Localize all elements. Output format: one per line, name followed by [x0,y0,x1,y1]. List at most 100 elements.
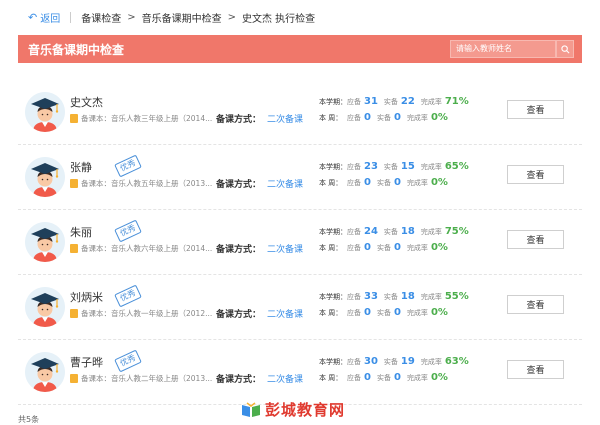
week-stats: 本 周： 应备 0 实备 0 完成率 0% [319,112,469,128]
term-due: 23 [364,161,378,172]
term-label: 本学期： [319,228,347,236]
due-label: 应备 [347,163,361,171]
back-label: 返回 [40,14,61,25]
week-label: 本 周： [319,114,343,122]
actual-label: 实备 [376,179,391,187]
teacher-card: 张静 优秀 备课本： 音乐人教五年级上册（2013... 备课方式： 二次备课 本… [18,145,582,210]
breadcrumb-current: 史文杰 执行检查 [242,14,316,25]
teacher-search-input[interactable]: 请输入教师姓名 [450,40,556,58]
actual-label: 实备 [376,374,391,382]
teacher-avatar [25,157,65,197]
lesson-stats: 本学期： 应备 23 实备 15 完成率 65% 本 周： 应备 0 实备 0 … [319,161,469,193]
textbook-label: 备课本： [81,244,111,253]
term-due: 30 [364,356,378,367]
rate-label: 完成率 [406,114,428,122]
textbook-title: 音乐人教六年级上册（2014... [111,244,213,253]
term-stats: 本学期： 应备 23 实备 15 完成率 65% [319,161,469,177]
term-due: 31 [364,96,378,107]
week-rate: 0% [430,307,448,318]
breadcrumb: ↶ 返回 备课检查 > 音乐备课期中检查 > 史文杰 执行检查 [0,0,600,35]
actual-label: 实备 [376,114,391,122]
rate-label: 完成率 [420,163,442,171]
excellent-badge: 优秀 [114,284,142,308]
lesson-method: 备课方式： 二次备课 [216,307,303,320]
teacher-name: 史文杰 [70,96,103,109]
due-label: 应备 [347,309,361,317]
textbook-title: 音乐人教三年级上册（2014... [111,114,213,123]
term-stats: 本学期： 应备 33 实备 18 完成率 55% [319,291,469,307]
teacher-avatar [25,92,65,132]
term-stats: 本学期： 应备 24 实备 18 完成率 75% [319,226,469,242]
search-button[interactable] [556,40,574,58]
term-due: 24 [364,226,378,237]
week-rate: 0% [430,242,448,253]
rate-label: 完成率 [420,228,442,236]
term-rate: 75% [444,226,469,237]
week-rate: 0% [430,177,448,188]
textbook-label: 备课本： [81,309,111,318]
textbook-label: 备课本： [81,179,111,188]
method-label: 备课方式： [216,310,262,320]
week-stats: 本 周： 应备 0 实备 0 完成率 0% [319,177,469,193]
teacher-avatar [25,222,65,262]
total-count: 共5条 [18,415,40,424]
lesson-method: 备课方式： 二次备课 [216,177,303,190]
book-icon [70,374,78,383]
textbook-label: 备课本： [81,374,111,383]
term-rate: 55% [444,291,469,302]
method-label: 备课方式： [216,375,262,385]
week-label: 本 周： [319,309,343,317]
due-label: 应备 [347,244,361,252]
due-label: 应备 [347,228,361,236]
lesson-stats: 本学期： 应备 33 实备 18 完成率 55% 本 周： 应备 0 实备 0 … [319,291,469,323]
view-button[interactable]: 查看 [507,165,564,184]
actual-label: 实备 [383,98,398,106]
method-label: 备课方式： [216,115,262,125]
excellent-badge: 优秀 [114,219,142,243]
page-header: 音乐备课期中检查 请输入教师姓名 [18,35,582,63]
rate-label: 完成率 [420,293,442,301]
breadcrumb-item[interactable]: 备课检查 [81,10,121,25]
method-label: 备课方式： [216,245,262,255]
view-button[interactable]: 查看 [507,230,564,249]
book-icon [70,244,78,253]
week-due: 0 [364,372,371,383]
method-value: 二次备课 [267,375,304,385]
actual-label: 实备 [383,228,398,236]
term-due: 33 [364,291,378,302]
week-label: 本 周： [319,244,343,252]
actual-label: 实备 [383,163,398,171]
breadcrumb-item[interactable]: 音乐备课期中检查 [142,10,222,25]
lesson-method: 备课方式： 二次备课 [216,112,303,125]
week-actual: 0 [393,177,401,188]
week-label: 本 周： [319,374,343,382]
term-actual: 18 [400,291,415,302]
term-rate: 63% [444,356,469,367]
rate-label: 完成率 [420,358,442,366]
view-button[interactable]: 查看 [507,360,564,379]
method-value: 二次备课 [267,115,304,125]
week-actual: 0 [393,307,401,318]
book-icon [70,309,78,318]
week-label: 本 周： [319,179,343,187]
breadcrumb-divider [70,12,72,23]
week-due: 0 [364,112,371,123]
view-button[interactable]: 查看 [507,295,564,314]
term-actual: 19 [400,356,415,367]
lesson-stats: 本学期： 应备 31 实备 22 完成率 71% 本 周： 应备 0 实备 0 … [319,96,469,128]
textbook-info: 备课本： 音乐人教三年级上册（2014... [70,113,212,124]
actual-label: 实备 [383,358,398,366]
textbook-title: 音乐人教一年级上册（2012... [111,309,213,318]
view-button[interactable]: 查看 [507,100,564,119]
rate-label: 完成率 [406,244,428,252]
teacher-card: 史文杰 备课本： 音乐人教三年级上册（2014... 备课方式： 二次备课 本学期… [18,80,582,145]
due-label: 应备 [347,374,361,382]
week-actual: 0 [393,112,401,123]
term-label: 本学期： [319,358,347,366]
back-arrow-icon: ↶ [28,11,38,24]
teacher-card: 刘炳米 优秀 备课本： 音乐人教一年级上册（2012... 备课方式： 二次备课 … [18,275,582,340]
rate-label: 完成率 [406,179,428,187]
due-label: 应备 [347,293,361,301]
week-due: 0 [364,307,371,318]
back-link[interactable]: ↶ 返回 [28,10,60,25]
